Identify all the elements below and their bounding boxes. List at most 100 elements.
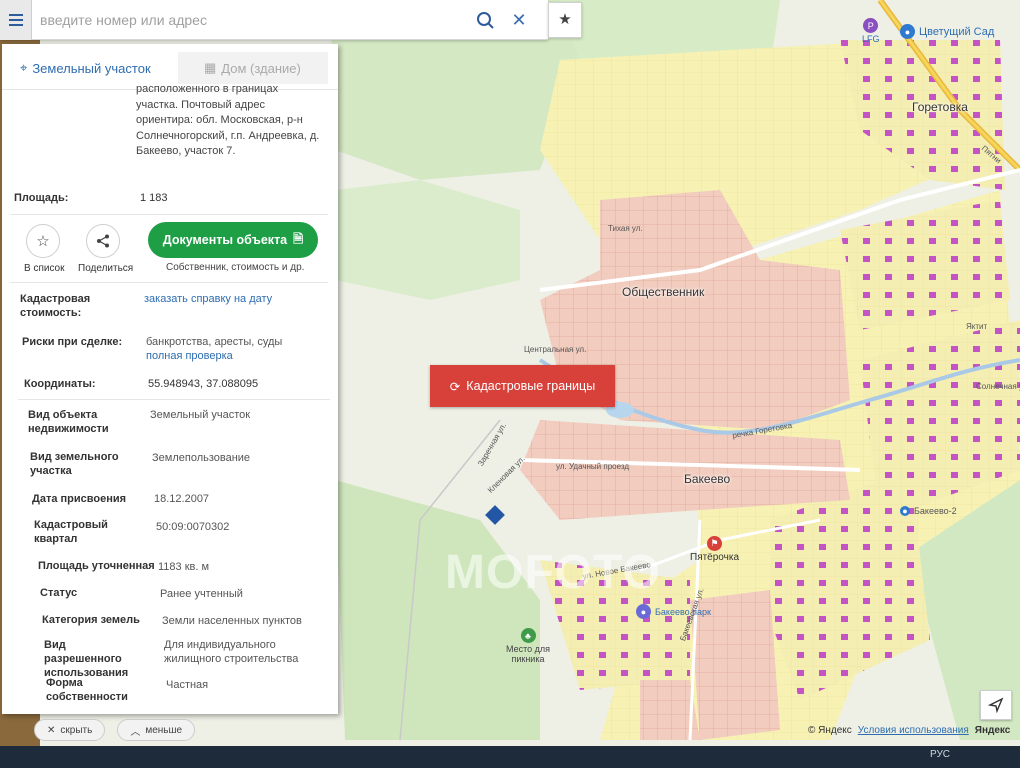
- collapse-label: меньше: [145, 724, 183, 736]
- detail-label: Кадастровый квартал: [34, 519, 108, 545]
- object-documents-button[interactable]: Документы объекта 🗎: [148, 222, 318, 258]
- parking-icon: P: [863, 18, 879, 33]
- menu-button[interactable]: [0, 0, 32, 40]
- cadastral-cost-label: Кадастровая стоимость:: [20, 293, 91, 319]
- share-icon: [97, 234, 109, 248]
- poi-pyaterochka-label: Пятёрочка: [690, 552, 740, 563]
- street-tikhaya: Тихая ул.: [608, 224, 643, 233]
- risks-value: банкротства, аресты, суды: [146, 336, 283, 348]
- place-obshchestvennik: Общественник: [622, 285, 705, 299]
- document-icon: 🗎: [293, 231, 304, 246]
- address-text: расположенного в границах участка. Почто…: [136, 83, 320, 157]
- cadastral-boundaries-label: Кадастровые границы: [466, 379, 596, 393]
- street-tsentralnaya: Центральная ул.: [524, 345, 587, 354]
- place-gosetovka: Горетовка: [912, 100, 968, 114]
- divider: [18, 399, 330, 400]
- collapse-button[interactable]: ︿ меньше: [117, 719, 196, 741]
- copyright-text: © Яндекс: [808, 725, 852, 736]
- detail-label: Площадь уточненная: [38, 560, 155, 572]
- hamburger-icon: [8, 14, 23, 16]
- search-input[interactable]: [40, 8, 460, 32]
- poi-bakeevo2-label: Бакеево-2: [914, 506, 957, 516]
- detail-value: Частная: [166, 679, 209, 691]
- add-to-list-button[interactable]: ☆: [26, 224, 60, 258]
- detail-value: Земли населенных пунктов: [162, 615, 302, 627]
- watermark: MOFOTO: [445, 546, 661, 599]
- hamburger-icon-line: [8, 24, 23, 26]
- street-udachnyi: ул. Удачный проезд: [556, 462, 630, 471]
- info-panel: ⌖ Земельный участок ▦ Дом (здание) распо…: [2, 44, 338, 714]
- shop-icon: ⚑: [707, 536, 722, 551]
- hide-label: скрыть: [60, 724, 93, 736]
- coordinates-value: 55.948943, 37.088095: [148, 378, 259, 390]
- poi-bakeevo2[interactable]: ● Бакеево-2: [900, 506, 957, 516]
- detail-label: Форма собственности: [46, 677, 128, 703]
- detail-label: Статус: [40, 587, 78, 599]
- details-table: Вид объекта недвижимости Земельный участ…: [2, 404, 338, 704]
- area-value: 1 183: [140, 192, 168, 204]
- search-icon: [477, 12, 494, 29]
- panel-controls: ✕ скрыть ︿ меньше: [34, 716, 344, 744]
- share-button[interactable]: [86, 224, 120, 258]
- location-pin-icon: ⌖: [20, 60, 28, 75]
- clear-button[interactable]: ✕: [506, 8, 532, 32]
- geolocation-button[interactable]: [980, 690, 1012, 720]
- terms-link[interactable]: Условия использования: [858, 725, 969, 736]
- detail-value: Землепользование: [152, 452, 251, 464]
- tab-land-plot-label: Земельный участок: [32, 60, 151, 76]
- building-icon: ▦: [204, 60, 217, 75]
- close-icon: ✕: [47, 724, 56, 736]
- poi-bakeevo-park[interactable]: ● Бакеево парк: [636, 604, 711, 619]
- detail-label: Дата присвоения: [32, 493, 127, 505]
- divider: [10, 214, 328, 215]
- language-indicator[interactable]: РУС: [930, 749, 950, 760]
- poi-lfg-label: LFG: [862, 34, 880, 44]
- cadastral-boundaries-button[interactable]: ⟳ Кадастровые границы: [430, 365, 615, 407]
- order-certificate-link[interactable]: заказать справку на дату: [144, 292, 272, 306]
- share-label: Поделиться: [78, 263, 134, 274]
- detail-label: Категория земель: [42, 614, 140, 626]
- favorites-button[interactable]: ★: [548, 2, 582, 38]
- add-to-list-label: В список: [24, 263, 65, 274]
- close-icon: ✕: [511, 10, 527, 30]
- yandex-logo: Яндекс: [974, 725, 1011, 736]
- refresh-icon: ⟳: [449, 379, 461, 394]
- place-pin-icon: ●: [900, 24, 915, 39]
- divider: [10, 282, 328, 283]
- park-icon: ●: [636, 604, 651, 619]
- star-icon: ★: [558, 11, 572, 28]
- search-button[interactable]: [472, 8, 498, 32]
- detail-value: 18.12.2007: [154, 493, 210, 505]
- place-bakeevo: Бакеево: [684, 472, 731, 486]
- hide-button[interactable]: ✕ скрыть: [34, 719, 106, 741]
- chevron-up-icon: ︿: [130, 726, 141, 738]
- tab-building[interactable]: ▦ Дом (здание): [178, 52, 328, 84]
- detail-label: Вид объекта недвижимости: [28, 409, 109, 435]
- picnic-icon: ♣: [520, 628, 536, 643]
- full-check-link[interactable]: полная проверка: [146, 349, 233, 363]
- tab-land-plot[interactable]: ⌖ Земельный участок: [8, 52, 168, 84]
- search-bar: ✕: [0, 0, 548, 40]
- detail-value: 50:09:0070302: [156, 521, 230, 533]
- area-label: Площадь:: [14, 192, 69, 204]
- poi-picnic[interactable]: ♣ Место для пикника: [498, 628, 558, 664]
- detail-value: Земельный участок: [150, 409, 251, 421]
- poi-garden-label: Цветущий Сад: [919, 25, 995, 38]
- poi-picnic-label: Место для пикника: [505, 644, 550, 664]
- star-outline-icon: ☆: [36, 233, 50, 250]
- object-documents-label: Документы объекта: [162, 233, 288, 247]
- street-solnechnaya: Солнечная ул.: [976, 382, 1020, 391]
- object-documents-caption: Собственник, стоимость и др.: [166, 262, 305, 273]
- map-copyright: © Яндекс Условия использования Яндекс: [808, 725, 1010, 736]
- tab-building-label: Дом (здание): [221, 60, 301, 76]
- detail-value: Для индивидуального жилищного строительс…: [164, 639, 299, 665]
- poi-bakeevo-park-label: Бакеево парк: [655, 606, 711, 617]
- screen: Горетовка Общественник Бакеево Тихая ул.…: [0, 0, 1020, 768]
- street-yakt: Яктит: [966, 322, 988, 331]
- poi-lfg[interactable]: P LFG: [862, 18, 880, 44]
- poi-garden[interactable]: ● Цветущий Сад: [900, 24, 994, 39]
- poi-pyaterochka[interactable]: ⚑ Пятёрочка: [690, 536, 739, 563]
- navigation-arrow-icon: [988, 697, 1004, 713]
- place-pin-icon: ●: [900, 506, 910, 516]
- os-taskbar: РУС: [0, 746, 1020, 768]
